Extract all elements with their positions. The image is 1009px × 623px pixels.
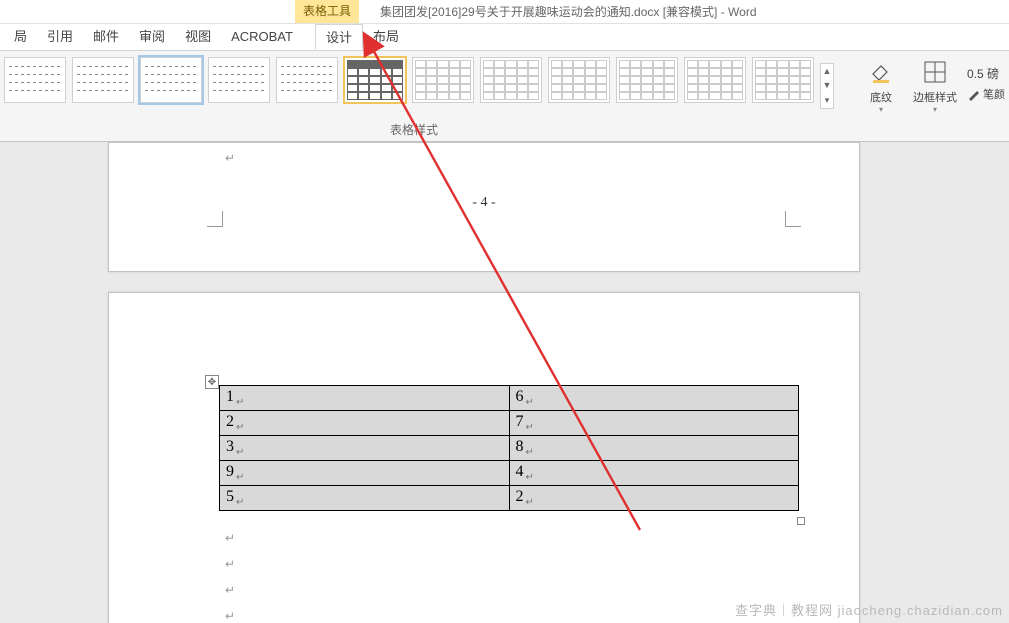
table-cell[interactable]: 5↵ (220, 486, 510, 511)
chevron-down-icon: ▾ (933, 105, 937, 114)
chevron-down-icon: ▼ (823, 80, 832, 90)
table-style-thumb[interactable] (616, 57, 678, 103)
table-cell[interactable]: 6↵ (509, 386, 799, 411)
table-style-thumb[interactable] (752, 57, 814, 103)
table-cell[interactable]: 8↵ (509, 436, 799, 461)
table-row[interactable]: 2↵7↵ (220, 411, 799, 436)
ribbon-tabs: 局 引用 邮件 审阅 视图 ACROBAT 设计 布局 (0, 24, 1009, 50)
shading-label: 底纹 (870, 89, 892, 105)
table-move-handle[interactable]: ✥ (205, 375, 219, 389)
table-styles-more[interactable]: ▲ ▼ ▾ (820, 63, 834, 109)
pen-width-selector[interactable]: 0.5 磅 (967, 57, 1003, 82)
page-current: ✥ 1↵6↵ 2↵7↵ 3↵8↵ 9↵4↵ 5↵2↵ ↵ ↵ ↵ ↵ ↵ ↵ ↵… (108, 292, 860, 623)
tab-references[interactable]: 引用 (37, 24, 83, 50)
table-resize-handle[interactable] (797, 517, 805, 525)
crop-mark-icon (207, 211, 223, 227)
contextual-tab-group-label: 表格工具 (295, 0, 359, 23)
border-styles-label: 边框样式 (913, 89, 957, 105)
shading-button[interactable]: 底纹 ▾ (859, 57, 903, 114)
tab-table-layout[interactable]: 布局 (363, 24, 409, 50)
ribbon-group-label: 表格样式 (390, 121, 438, 138)
paint-bucket-icon (866, 57, 896, 87)
table-row[interactable]: 3↵8↵ (220, 436, 799, 461)
tab-review[interactable]: 审阅 (129, 24, 175, 50)
page-number: - 4 - (109, 195, 859, 211)
pen-color-label: 笔颜 (983, 86, 1005, 102)
table-style-thumb-selected[interactable] (344, 57, 406, 103)
table-style-thumb[interactable] (480, 57, 542, 103)
paragraph-mark: ↵ (225, 151, 235, 165)
table-style-thumb[interactable] (684, 57, 746, 103)
tab-mailings[interactable]: 邮件 (83, 24, 129, 50)
table-row[interactable]: 1↵6↵ (220, 386, 799, 411)
table-cell[interactable]: 9↵ (220, 461, 510, 486)
table-cell[interactable]: 3↵ (220, 436, 510, 461)
pen-color-button[interactable]: 笔颜 (967, 82, 1005, 102)
table-cell[interactable]: 7↵ (509, 411, 799, 436)
table-cell[interactable]: 2↵ (509, 486, 799, 511)
dropdown-icon: ▾ (825, 95, 830, 106)
crop-mark-icon (785, 211, 801, 227)
watermark: 查字典｜教程网 jiaocheng.chazidian.com (735, 600, 1003, 619)
table-style-thumb[interactable] (548, 57, 610, 103)
pen-icon (967, 87, 981, 101)
title-bar: 表格工具 集团团发[2016]29号关于开展趣味运动会的通知.docx [兼容模… (0, 0, 1009, 24)
tab-layout-partial[interactable]: 局 (4, 24, 37, 50)
chevron-up-icon: ▲ (823, 66, 832, 76)
tab-acrobat[interactable]: ACROBAT (221, 24, 303, 50)
document-table[interactable]: 1↵6↵ 2↵7↵ 3↵8↵ 9↵4↵ 5↵2↵ (219, 385, 799, 511)
tab-view[interactable]: 视图 (175, 24, 221, 50)
ribbon-right-controls: 底纹 ▾ 边框样式 ▾ 0.5 磅 笔颜 (859, 51, 1009, 141)
chevron-down-icon: ▾ (879, 105, 883, 114)
table-style-thumb[interactable] (276, 57, 338, 103)
document-area[interactable]: ↵ - 4 - ✥ 1↵6↵ 2↵7↵ 3↵8↵ 9↵4↵ 5↵2↵ ↵ ↵ ↵… (0, 142, 1009, 623)
table-style-thumb[interactable] (4, 57, 66, 103)
table-row[interactable]: 5↵2↵ (220, 486, 799, 511)
table-style-thumb[interactable] (72, 57, 134, 103)
table-style-thumb[interactable] (208, 57, 270, 103)
table-cell[interactable]: 2↵ (220, 411, 510, 436)
pen-controls: 0.5 磅 笔颜 (967, 57, 1005, 102)
document-title: 集团团发[2016]29号关于开展趣味运动会的通知.docx [兼容模式] - … (380, 3, 757, 20)
page-previous: ↵ - 4 - (108, 142, 860, 272)
table-cell[interactable]: 1↵ (220, 386, 510, 411)
border-styles-icon (920, 57, 950, 87)
paragraph-marks: ↵ ↵ ↵ ↵ ↵ ↵ ↵ ↵ ↵ (225, 525, 235, 623)
table-cell[interactable]: 4↵ (509, 461, 799, 486)
border-styles-button[interactable]: 边框样式 ▾ (913, 57, 957, 114)
table-style-thumb[interactable] (140, 57, 202, 103)
tab-table-design[interactable]: 设计 (315, 24, 363, 50)
table-row[interactable]: 9↵4↵ (220, 461, 799, 486)
table-style-thumb[interactable] (412, 57, 474, 103)
ribbon: ▲ ▼ ▾ 表格样式 底纹 ▾ 边框样式 ▾ 0.5 磅 笔颜 (0, 50, 1009, 142)
